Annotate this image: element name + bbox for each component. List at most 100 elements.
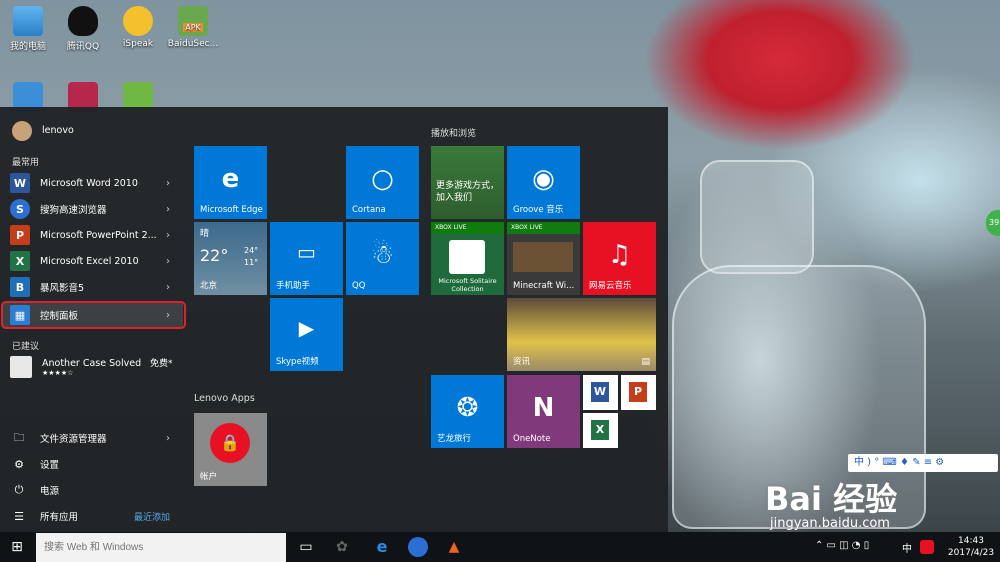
- app-item-word[interactable]: W Microsoft Word 2010 ›: [10, 172, 180, 194]
- news-icon: ▤: [641, 357, 650, 367]
- tile-groove[interactable]: ◉ Groove 音乐: [507, 146, 580, 219]
- sogou-browser-icon[interactable]: [408, 537, 428, 557]
- all-apps-item[interactable]: ☰ 所有应用 最近添加: [10, 505, 180, 527]
- app-item-powerpoint[interactable]: P Microsoft PowerPoint 2... ›: [10, 224, 180, 246]
- weather-condition: 晴: [200, 229, 210, 239]
- phone-icon: ▭: [297, 240, 316, 264]
- word-icon: W: [10, 173, 30, 193]
- tile-qq[interactable]: ☃ QQ: [346, 222, 419, 295]
- tray-icons[interactable]: ⌃ ▭ ◫ ◔ ▯: [815, 540, 869, 551]
- fox-app-icon[interactable]: ▲: [444, 537, 464, 557]
- word-icon: W: [591, 382, 609, 402]
- gear-icon: ⚙: [14, 457, 24, 471]
- suggested-app[interactable]: Another Case Solved ★★★★☆ 免费*: [10, 353, 180, 381]
- edge-icon: e: [221, 164, 240, 194]
- music-disc-icon: ◉: [532, 164, 555, 194]
- weather-high: 24°: [244, 246, 259, 255]
- file-explorer-item[interactable]: 🗀 文件资源管理器 ›: [10, 427, 180, 449]
- xbox-live-banner: XBOX LIVE: [431, 222, 504, 234]
- tile-account[interactable]: 🔒 帐户: [194, 413, 267, 486]
- task-view-icon[interactable]: ▭: [296, 537, 316, 557]
- onenote-icon: N: [532, 393, 555, 423]
- tile-xbox[interactable]: 更多游戏方式，加入我们: [431, 146, 504, 219]
- desktop-icon-my-computer[interactable]: 我的电脑: [0, 6, 56, 52]
- tile-elong[interactable]: ❂ 艺龙旅行: [431, 375, 504, 448]
- qq-icon: ☃: [370, 240, 395, 270]
- app-item-baofeng[interactable]: B 暴风影音5 ›: [10, 276, 180, 298]
- user-name[interactable]: lenovo: [42, 125, 74, 136]
- power-icon: ⏻: [14, 483, 24, 496]
- baidu-watermark: Bai 经验: [765, 480, 898, 518]
- rating-stars: ★★★★☆: [42, 368, 74, 377]
- bottle-decoration: [700, 160, 814, 274]
- computer-icon: [13, 6, 43, 36]
- group-header-lenovo: Lenovo Apps: [194, 393, 255, 404]
- most-used-header: 最常用: [12, 158, 40, 168]
- lock-icon: 🔒: [210, 423, 250, 463]
- search-input[interactable]: [36, 533, 286, 562]
- list-icon: ☰: [14, 509, 24, 523]
- tile-minecraft[interactable]: XBOX LIVE Minecraft Wi...: [507, 222, 580, 295]
- powerpoint-icon: P: [10, 225, 30, 245]
- clock[interactable]: 14:43 2017/4/23: [946, 535, 996, 559]
- xbox-live-banner: XBOX LIVE: [507, 222, 580, 234]
- app-icon[interactable]: ✿: [332, 537, 352, 557]
- tile-news[interactable]: 资讯 ▤: [507, 298, 656, 371]
- elong-icon: ❂: [456, 393, 479, 423]
- qq-icon: [68, 6, 98, 36]
- game-icon: [10, 356, 32, 378]
- chevron-right-icon[interactable]: ›: [166, 178, 170, 189]
- time: 14:43: [958, 536, 984, 546]
- weather-temp: 22°: [200, 246, 229, 265]
- excel-icon: X: [10, 251, 30, 271]
- xbox-text: 更多游戏方式，加入我们: [436, 181, 500, 203]
- sogou-ime-icon[interactable]: [920, 540, 934, 554]
- desktop-icon-qq[interactable]: 腾讯QQ: [55, 6, 111, 52]
- price-label: 免费*: [150, 359, 173, 369]
- ime-indicator[interactable]: 中: [902, 540, 912, 555]
- ispeak-icon: [123, 6, 153, 36]
- new-badge: 最近添加: [134, 512, 171, 523]
- suggested-header: 已建议: [12, 342, 40, 352]
- video-camera-icon: ▶: [298, 316, 315, 340]
- tile-skype[interactable]: ▶ Skype视频: [270, 298, 343, 371]
- cards-icon: [449, 240, 485, 274]
- tile-cortana[interactable]: ○ Cortana: [346, 146, 419, 219]
- chevron-right-icon[interactable]: ›: [166, 433, 170, 444]
- apk-icon: APK: [178, 6, 208, 36]
- baofeng-icon: B: [10, 277, 30, 297]
- tile-powerpoint-small[interactable]: P: [621, 375, 656, 410]
- tile-excel-small[interactable]: X: [583, 413, 618, 448]
- tile-phone-assistant[interactable]: ▭ 手机助手: [270, 222, 343, 295]
- desktop-icon-baidusec[interactable]: APK BaiduSec...: [165, 6, 221, 49]
- avatar[interactable]: [12, 121, 32, 141]
- watermark-url: jingyan.baidu.com: [770, 516, 890, 531]
- tile-word-small[interactable]: W: [583, 375, 618, 410]
- chevron-right-icon[interactable]: ›: [166, 256, 170, 267]
- chevron-right-icon[interactable]: ›: [166, 204, 170, 215]
- chevron-right-icon[interactable]: ›: [166, 230, 170, 241]
- folder-icon: 🗀: [13, 430, 25, 444]
- excel-icon: X: [591, 420, 609, 440]
- settings-item[interactable]: ⚙ 设置: [10, 453, 180, 475]
- tile-weather[interactable]: 晴 22° 24° 11° 北京: [194, 222, 267, 295]
- group-header-play: 播放和浏览: [431, 129, 477, 139]
- weather-low: 11°: [244, 258, 259, 267]
- sogou-browser-icon: S: [10, 199, 30, 219]
- power-item[interactable]: ⏻ 电源: [10, 479, 180, 501]
- ime-toolbar[interactable]: 中 ) ° ⌨ ♦ ✎ ≡ ⚙: [848, 454, 998, 472]
- app-item-sogou[interactable]: S 搜狗高速浏览器 ›: [10, 198, 180, 220]
- chevron-right-icon[interactable]: ›: [166, 282, 170, 293]
- tile-onenote[interactable]: N OneNote: [507, 375, 580, 448]
- tile-netease-music[interactable]: ♫ 网易云音乐: [583, 222, 656, 295]
- desktop-icon-ispeak[interactable]: iSpeak: [110, 6, 166, 49]
- edge-icon[interactable]: e: [372, 537, 392, 557]
- windows-start-button[interactable]: ⊞: [8, 538, 26, 556]
- date: 2017/4/23: [947, 548, 995, 558]
- powerpoint-icon: P: [629, 382, 647, 402]
- tile-edge[interactable]: e Microsoft Edge: [194, 146, 267, 219]
- tile-solitaire[interactable]: XBOX LIVE Microsoft Solitaire Collection: [431, 222, 504, 295]
- highlight-annotation: [1, 301, 186, 329]
- minecraft-logo: [513, 242, 573, 272]
- app-item-excel[interactable]: X Microsoft Excel 2010 ›: [10, 250, 180, 272]
